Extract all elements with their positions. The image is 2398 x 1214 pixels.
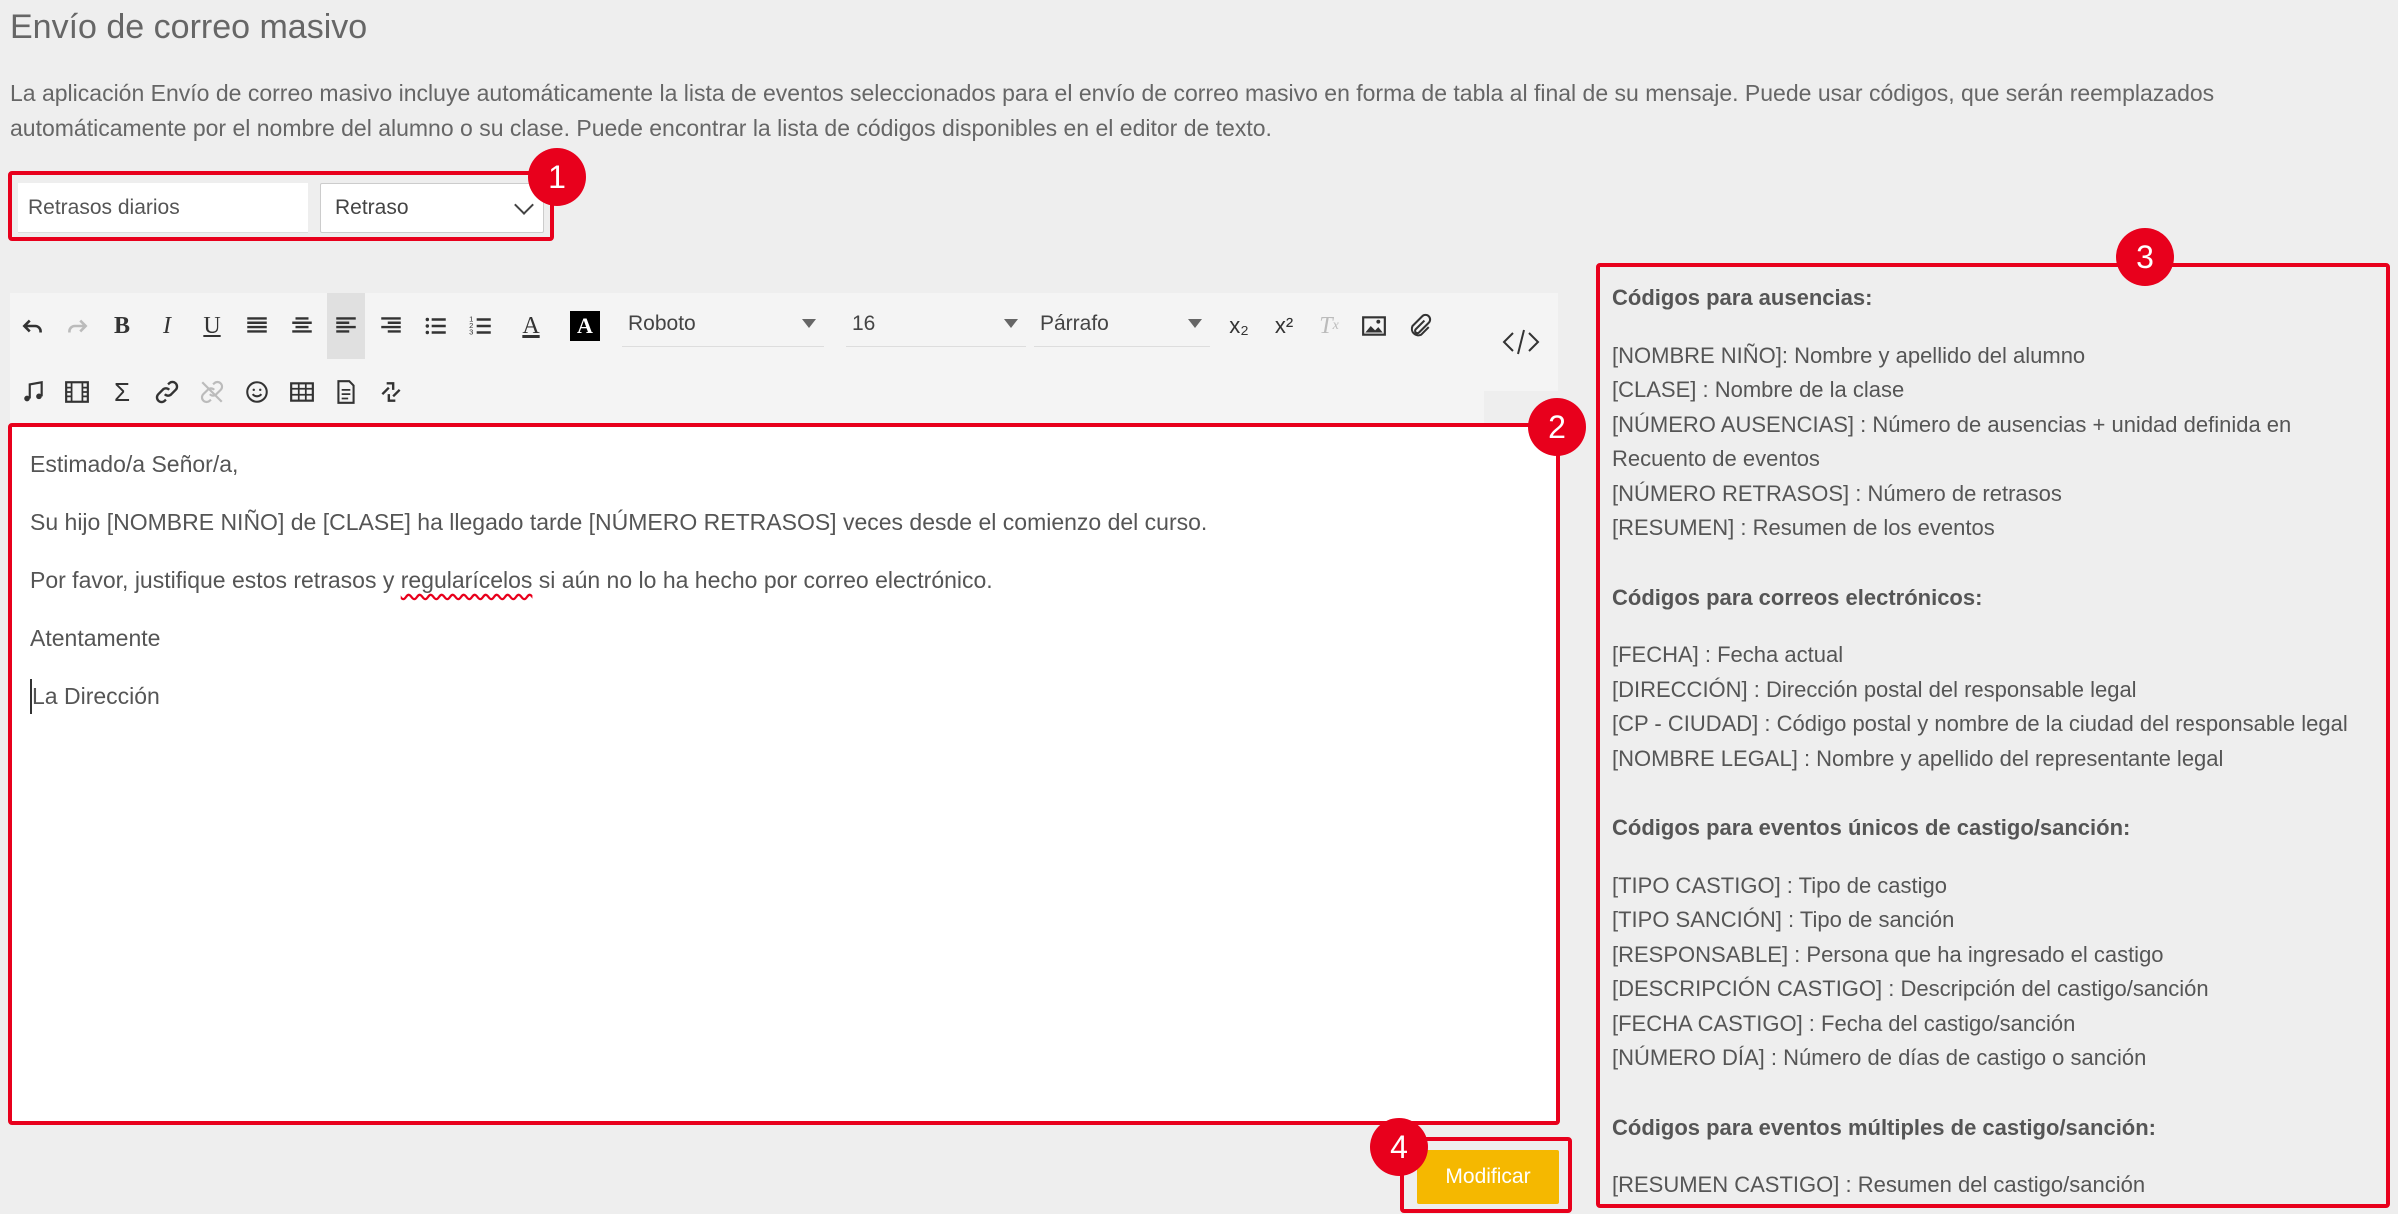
redo-icon[interactable] [58,303,96,349]
bullet-list-icon[interactable] [417,303,455,349]
editor-line-1: Su hijo [NOMBRE NIÑO] de [CLASE] ha lleg… [30,509,1208,535]
font-size-value: 16 [852,311,876,335]
misspelled-word: regularícelos [400,567,533,593]
align-left-icon[interactable] [327,293,365,359]
caret-down-icon [802,319,816,328]
multiple-punishment-codes-group: Códigos para eventos múltiples de castig… [1612,1111,2386,1203]
callout-badge-2: 2 [1528,398,1586,456]
subscript-icon[interactable]: x₂ [1220,303,1258,349]
event-type-value: Retraso [335,196,409,219]
align-center-icon[interactable] [283,303,321,349]
caret-down-icon [1188,319,1202,328]
code-view-button[interactable] [1484,293,1558,391]
editor-greeting: Estimado/a Señor/a, [30,451,239,477]
code-line: [CLASE] : Nombre de la clase [1612,377,1905,402]
video-icon[interactable] [58,369,96,415]
transform-icon[interactable] [372,369,410,415]
code-line: [NOMBRE NIÑO]: Nombre y apellido del alu… [1612,342,2086,368]
superscript-icon[interactable]: x² [1265,303,1303,349]
editor-closing: Atentamente [30,625,161,651]
align-justify-icon[interactable] [238,303,276,349]
caret-down-icon [1004,319,1018,328]
code-line: [DIRECCIÓN] : Dirección postal del respo… [1612,676,2137,702]
callout-badge-3: 3 [2116,228,2174,286]
single-punishment-codes-heading: Códigos para eventos únicos de castigo/s… [1612,815,2131,840]
code-line: [NOMBRE LEGAL] : Nombre y apellido del r… [1612,745,2224,771]
absence-codes-group: Códigos para ausencias: [NOMBRE NIÑO]: N… [1612,281,2386,546]
bold-icon[interactable]: B [103,303,141,349]
chevron-down-icon [514,195,534,215]
table-icon[interactable] [283,369,321,415]
code-line: [RESPONSABLE] : Persona que ha ingresado… [1612,941,2164,967]
paragraph-format-value: Párrafo [1040,311,1109,335]
callout-badge-1: 1 [528,148,586,206]
text-color-icon[interactable]: A [512,303,550,349]
message-editor[interactable]: Estimado/a Señor/a, Su hijo [NOMBRE NIÑO… [8,423,1560,1125]
underline-icon[interactable]: U [193,303,231,349]
code-line: [RESUMEN] : Resumen de los eventos [1612,515,1995,540]
page-intro: La aplicación Envío de correo masivo inc… [10,80,2215,141]
attachment-icon[interactable] [1400,303,1438,349]
email-codes-heading: Códigos para correos electrónicos: [1612,584,1983,610]
multiple-punishment-codes-heading: Códigos para eventos múltiples de castig… [1612,1114,2157,1140]
code-line: [FECHA] : Fecha actual [1612,642,1844,667]
audio-icon[interactable] [14,369,52,415]
formula-icon[interactable]: Σ [103,369,141,415]
paragraph-format-dropdown[interactable]: Párrafo [1034,301,1210,347]
page-title: Envío de correo masivo [10,8,368,46]
emoji-icon[interactable] [238,369,276,415]
background-color-icon[interactable]: A [566,303,604,349]
unlink-icon[interactable] [193,369,231,415]
italic-icon[interactable]: I [148,303,186,349]
font-family-value: Roboto [628,311,696,335]
modify-button[interactable]: Modificar [1417,1150,1559,1204]
code-line: [NÚMERO DÍA] : Número de días de castigo… [1612,1045,2147,1070]
align-right-icon[interactable] [372,303,410,349]
code-icon [1502,329,1540,355]
svg-text:3: 3 [469,328,473,337]
font-family-dropdown[interactable]: Roboto [622,301,824,347]
event-type-select[interactable]: Retraso [320,183,544,233]
page: Envío de correo masivo La aplicación Env… [0,0,2398,1214]
callout-badge-4: 4 [1370,1118,1428,1176]
code-line: [CP - CIUDAD] : Código postal y nombre d… [1612,711,2348,736]
clear-formatting-icon[interactable]: Tx [1310,303,1348,349]
code-line: [NÚMERO AUSENCIAS] : Número de ausencias… [1612,411,2292,472]
editor-toolbar: B I U 123 A A Roboto 16 Párrafo x₂ x² T … [10,293,1484,423]
codes-panel: Códigos para ausencias: [NOMBRE NIÑO]: N… [1596,263,2390,1208]
code-line: [DESCRIPCIÓN CASTIGO] : Descripción del … [1612,976,2209,1001]
editor-signature: La Dirección [30,679,1538,714]
absence-codes-heading: Códigos para ausencias: [1612,285,1873,310]
code-line: [TIPO SANCIÓN] : Tipo de sanción [1612,907,1955,932]
email-codes-group: Códigos para correos electrónicos: [FECH… [1612,581,2386,777]
code-line: [TIPO CASTIGO] : Tipo de castigo [1612,872,1948,898]
code-line: [RESUMEN CASTIGO] : Resumen del castigo/… [1612,1172,2146,1197]
numbered-list-icon[interactable]: 123 [462,303,500,349]
link-icon[interactable] [148,369,186,415]
code-line: [FECHA CASTIGO] : Fecha del castigo/sanc… [1612,1010,2076,1036]
single-punishment-codes-group: Códigos para eventos únicos de castigo/s… [1612,811,2386,1076]
font-size-dropdown[interactable]: 16 [846,301,1026,347]
undo-icon[interactable] [14,303,52,349]
template-name-input[interactable] [18,183,308,233]
image-icon[interactable] [1355,303,1393,349]
code-line: [NÚMERO RETRASOS] : Número de retrasos [1612,480,2062,506]
document-icon[interactable] [327,369,365,415]
editor-line-2: Por favor, justifique estos retrasos y r… [30,567,993,593]
